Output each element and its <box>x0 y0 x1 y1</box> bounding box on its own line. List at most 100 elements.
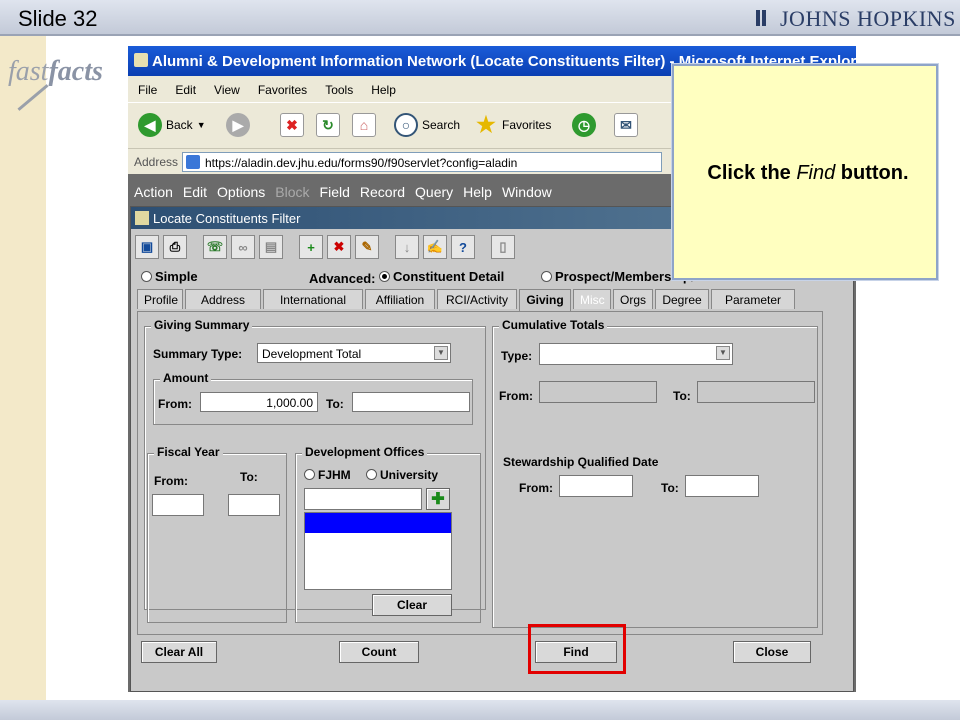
tab-misc[interactable]: Misc <box>573 289 611 309</box>
fiscal-from-input[interactable] <box>152 494 204 516</box>
menu-help[interactable]: Help <box>361 76 404 97</box>
radio-constituent-detail[interactable]: Constituent Detail <box>379 269 504 284</box>
cumulative-type-select[interactable]: ▼ <box>539 343 733 365</box>
dev-office-input[interactable] <box>304 488 422 510</box>
app-menu-record[interactable]: Record <box>354 182 409 200</box>
app-menu-window[interactable]: Window <box>496 182 556 200</box>
tab-international[interactable]: International <box>263 289 363 309</box>
delete-record-icon[interactable]: ✖ <box>327 235 351 259</box>
giving-tab-panel: Giving Summary Summary Type: Development… <box>137 311 823 635</box>
tab-affiliation[interactable]: Affiliation <box>365 289 435 309</box>
ie-app-icon <box>134 53 148 67</box>
refresh-button[interactable]: ↻ <box>316 113 340 137</box>
refresh-icon: ↻ <box>316 113 340 137</box>
page-blank-icon[interactable]: ▯ <box>491 235 515 259</box>
tab-rci-activity[interactable]: RCI/Activity <box>437 289 517 309</box>
radio-simple[interactable]: Simple <box>141 269 198 284</box>
forward-button[interactable]: ▶ <box>226 113 250 137</box>
radio-constituent-circle <box>379 271 390 282</box>
fiscal-to-label: To: <box>240 470 258 484</box>
mail-icon: ✉ <box>614 113 638 137</box>
app-menu-options[interactable]: Options <box>211 182 269 200</box>
tab-giving[interactable]: Giving <box>519 289 571 311</box>
radio-prospect-circle <box>541 271 552 282</box>
app-menu-action[interactable]: Action <box>128 182 177 200</box>
search-icon: ○ <box>394 113 418 137</box>
tab-orgs[interactable]: Orgs <box>613 289 653 309</box>
amount-title: Amount <box>160 371 212 385</box>
app-menu-field[interactable]: Field <box>314 182 354 200</box>
cumulative-to-label: To: <box>673 389 691 403</box>
cumulative-totals-group: Cumulative Totals Type: ▼ From: To: Stew… <box>492 318 818 628</box>
search-button[interactable]: ○ Search <box>394 113 460 137</box>
close-button[interactable]: Close <box>733 641 811 663</box>
mail-button[interactable]: ✉ <box>614 113 638 137</box>
add-record-icon[interactable]: + <box>299 235 323 259</box>
tab-profile[interactable]: Profile <box>137 289 183 309</box>
clear-record-icon[interactable]: ✎ <box>355 235 379 259</box>
tab-address[interactable]: Address <box>185 289 261 309</box>
fiscal-year-group: Fiscal Year From: To: <box>147 445 287 623</box>
app-menu-block[interactable]: Block <box>269 182 313 200</box>
clear-all-button[interactable]: Clear All <box>141 641 217 663</box>
stop-button[interactable]: ✖ <box>280 113 304 137</box>
count-button[interactable]: Count <box>339 641 419 663</box>
document-icon[interactable]: ▤ <box>259 235 283 259</box>
history-button[interactable]: ◷ <box>572 113 596 137</box>
menu-edit[interactable]: Edit <box>165 76 204 97</box>
stewardship-from-input[interactable] <box>559 475 633 497</box>
dev-office-list[interactable] <box>304 512 452 590</box>
menu-favorites[interactable]: Favorites <box>248 76 315 97</box>
radio-university-label: University <box>380 468 439 482</box>
menu-tools[interactable]: Tools <box>315 76 361 97</box>
radio-constituent-label: Constituent Detail <box>393 269 505 284</box>
cumulative-title: Cumulative Totals <box>499 318 608 332</box>
home-button[interactable]: ⌂ <box>352 113 376 137</box>
dev-office-selected-row[interactable] <box>305 513 451 533</box>
history-icon: ◷ <box>572 113 596 137</box>
fiscal-from-label: From: <box>154 474 188 488</box>
page-icon <box>186 155 200 169</box>
fiscal-to-input[interactable] <box>228 494 280 516</box>
summary-type-value: Development Total <box>262 347 362 361</box>
clear-offices-button[interactable]: Clear <box>372 594 452 616</box>
radio-fjhm[interactable]: FJHM <box>304 468 351 482</box>
tab-degree[interactable]: Degree <box>655 289 709 309</box>
add-office-button[interactable]: ✚ <box>426 488 450 510</box>
dev-offices-title: Development Offices <box>302 445 428 459</box>
binoculars-icon[interactable]: ∞ <box>231 235 255 259</box>
arrow-down-icon[interactable]: ↓ <box>395 235 419 259</box>
giving-summary-title: Giving Summary <box>151 318 253 332</box>
phone-icon[interactable]: ☏ <box>203 235 227 259</box>
menu-file[interactable]: File <box>128 76 165 97</box>
edit-icon[interactable]: ✍ <box>423 235 447 259</box>
chevron-down-icon: ▼ <box>434 346 448 360</box>
menu-view[interactable]: View <box>204 76 248 97</box>
radio-university-circle <box>366 469 377 480</box>
back-button[interactable]: ◀ Back ▼ <box>138 113 206 137</box>
print-icon[interactable]: ⎙ <box>163 235 187 259</box>
amount-to-input[interactable] <box>352 392 470 412</box>
favorites-button[interactable]: ★ Favorites <box>474 112 551 137</box>
chevron-down-icon: ▼ <box>716 346 730 360</box>
app-menu-help[interactable]: Help <box>457 182 496 200</box>
tab-parameter[interactable]: Parameter <box>711 289 795 309</box>
fiscal-year-title: Fiscal Year <box>154 445 223 459</box>
callout-prefix: Click the <box>707 162 797 184</box>
address-input[interactable]: https://aladin.dev.jhu.edu/forms90/f90se… <box>182 152 662 172</box>
window-icon <box>135 211 149 225</box>
plus-icon: ✚ <box>431 491 445 508</box>
back-arrow-icon: ◀ <box>138 113 162 137</box>
summary-type-select[interactable]: Development Total ▼ <box>257 343 451 363</box>
amount-from-input[interactable]: 1,000.00 <box>200 392 318 412</box>
cumulative-from-input[interactable] <box>539 381 657 403</box>
cumulative-from-label: From: <box>499 389 533 403</box>
save-icon[interactable]: ▣ <box>135 235 159 259</box>
stewardship-to-input[interactable] <box>685 475 759 497</box>
radio-university[interactable]: University <box>366 468 438 482</box>
cumulative-to-input[interactable] <box>697 381 815 403</box>
advanced-label: Advanced: <box>309 271 376 286</box>
app-menu-edit[interactable]: Edit <box>177 182 211 200</box>
app-menu-query[interactable]: Query <box>409 182 457 200</box>
help-icon[interactable]: ? <box>451 235 475 259</box>
